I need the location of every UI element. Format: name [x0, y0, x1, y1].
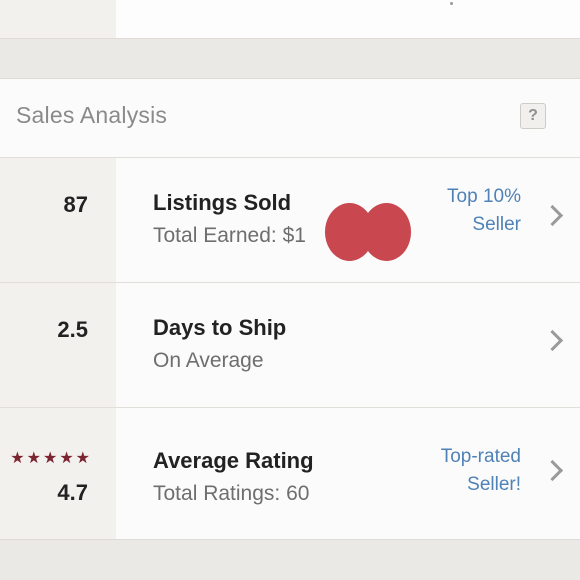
total-earned-text: Total Earned: $1: [153, 224, 306, 247]
badge-line: Seller!: [467, 474, 521, 495]
chevron-right-icon: [541, 459, 564, 482]
listings-sold-stat-panel: 87: [0, 158, 124, 282]
help-button[interactable]: ?: [520, 103, 546, 129]
average-rating-row[interactable]: ★★★★★ 4.7 Average Rating Total Ratings: …: [0, 408, 580, 539]
sales-analysis-card: Sales Analysis ? 87 Listings Sold Total …: [0, 78, 580, 540]
days-to-ship-title: Days to Ship: [153, 315, 287, 340]
total-ratings-text: Total Ratings: 60: [153, 482, 310, 505]
days-to-ship-stat-panel: 2.5: [0, 283, 124, 407]
badge-line: Seller: [472, 214, 521, 235]
listings-sold-value: 87: [63, 192, 88, 217]
card-title: Sales Analysis: [16, 102, 168, 128]
page-background-strip: [0, 540, 580, 580]
days-to-ship-row[interactable]: 2.5 Days to Ship On Average: [0, 283, 580, 408]
average-rating-value: 4.7: [57, 480, 88, 505]
average-rating-title: Average Rating: [153, 448, 314, 473]
badge-line: Top 10%: [447, 186, 521, 207]
card-header: Sales Analysis ?: [0, 79, 580, 158]
star-rating-icon: ★★★★★: [10, 450, 92, 467]
listings-sold-title: Listings Sold: [153, 190, 292, 215]
chevron-right-icon: [541, 329, 564, 352]
sales-analysis-page: Sales Analysis ? 87 Listings Sold Total …: [0, 0, 580, 580]
top-rated-seller-badge[interactable]: Top-rated Seller!: [371, 443, 521, 499]
days-to-ship-details: Days to Ship On Average: [116, 283, 580, 407]
average-rating-details: Average Rating Total Ratings: 60 Top-rat…: [116, 408, 580, 539]
listings-sold-row[interactable]: 87 Listings Sold Total Earned: $1 Top 10…: [0, 158, 580, 283]
previous-card: [0, 0, 580, 39]
previous-card-body: [116, 0, 580, 38]
chevron-right-icon: [541, 204, 564, 227]
on-average-text: On Average: [153, 349, 264, 372]
decorative-dot: [450, 2, 453, 5]
question-mark-icon: ?: [528, 107, 538, 124]
days-to-ship-value: 2.5: [57, 317, 88, 342]
top-seller-badge[interactable]: Top 10% Seller: [371, 183, 521, 239]
badge-line: Top-rated: [440, 446, 521, 467]
listings-sold-details: Listings Sold Total Earned: $1 Top 10% S…: [116, 158, 580, 282]
average-rating-stat-panel: ★★★★★ 4.7: [0, 408, 124, 539]
